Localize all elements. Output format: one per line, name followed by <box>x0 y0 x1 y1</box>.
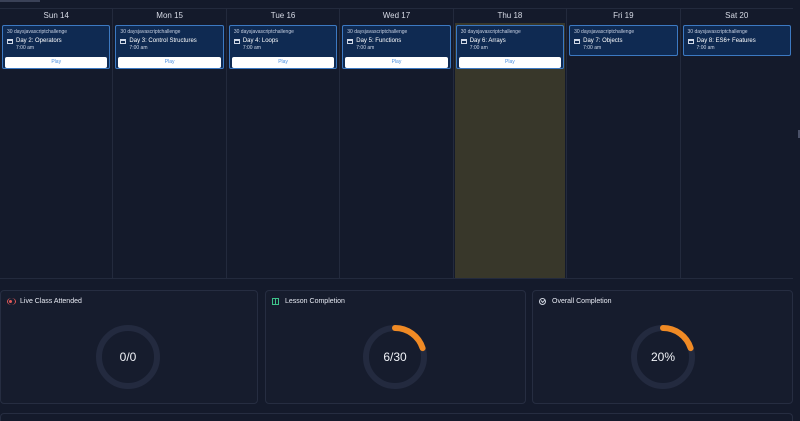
progress-donut: 6/30 <box>362 324 428 390</box>
day-slot-area[interactable] <box>681 23 793 278</box>
event-time: 7:00 am <box>356 45 375 51</box>
calendar-icon <box>347 38 354 44</box>
event-time: 7:00 am <box>696 45 715 51</box>
calendar-event[interactable]: 30 daysjavascriptchallenge Day 6: Arrays 7… <box>455 25 565 69</box>
live-class-card: Live Class Attended 0/0 <box>0 290 258 404</box>
event-title: Day 2: Operators <box>16 38 62 44</box>
event-title: Day 4: Loops <box>242 38 279 44</box>
event-hashtag: 30 daysjavascriptchallenge <box>120 29 181 35</box>
day-header: Mon 15 <box>156 11 183 20</box>
card-title: Overall Completion <box>552 298 612 305</box>
event-hashtag: 30 daysjavascriptchallenge <box>574 29 635 35</box>
event-time: 7:00 am <box>242 45 261 51</box>
book-icon <box>272 298 279 305</box>
day-column: Fri 19 30 daysjavascriptchallenge Day 7: O… <box>567 9 681 278</box>
check-circle-icon <box>539 298 546 305</box>
event-hashtag: 30 daysjavascriptchallenge <box>7 29 68 35</box>
event-time: 7:00 am <box>129 45 148 51</box>
event-hashtag: 30 daysjavascriptchallenge <box>460 29 521 35</box>
calendar-icon <box>233 38 240 44</box>
overall-completion-card: Overall Completion 20% <box>532 290 793 404</box>
calendar-event[interactable]: 30 daysjavascriptchallenge Day 4: Loops 7:… <box>228 25 338 69</box>
day-header: Sat 20 <box>725 11 749 20</box>
day-header: Tue 16 <box>270 11 296 20</box>
day-slot-area[interactable] <box>567 23 679 278</box>
event-title: Day 6: Arrays <box>469 38 506 44</box>
donut-value: 20% <box>650 350 676 364</box>
event-title: Day 5: Functions <box>356 38 402 44</box>
calendar-event[interactable]: 30 daysjavascriptchallenge Day 5: Functio… <box>342 25 451 69</box>
week-calendar: Sun 14 30 daysjavascriptchallenge Day 2: O… <box>0 8 793 279</box>
lesson-completion-card: Lesson Completion 6/30 <box>265 290 526 404</box>
top-divider <box>0 0 40 2</box>
day-header: Wed 17 <box>382 11 411 20</box>
day-column: Mon 15 30 daysjavascriptchallenge Day 3: C… <box>113 9 227 278</box>
next-section-edge <box>0 413 793 421</box>
play-button[interactable]: Play <box>118 57 221 68</box>
play-button[interactable]: Play <box>458 57 562 68</box>
day-column: Tue 16 30 daysjavascriptchallenge Day 4: L… <box>227 9 341 278</box>
calendar-icon <box>460 38 467 44</box>
calendar-icon <box>687 38 694 44</box>
play-button[interactable]: Play <box>231 57 335 68</box>
calendar-event[interactable]: 30 daysjavascriptchallenge Day 8: ES6+ Fe… <box>682 25 791 56</box>
day-column: Sat 20 30 daysjavascriptchallenge Day 8: E… <box>681 9 793 278</box>
donut-value: 0/0 <box>119 350 137 364</box>
calendar-event[interactable]: 30 daysjavascriptchallenge Day 7: Objects… <box>569 25 678 56</box>
day-column: Wed 17 30 daysjavascriptchallenge Day 5: F… <box>340 9 454 278</box>
event-hashtag: 30 daysjavascriptchallenge <box>687 29 748 35</box>
day-header: Thu 18 <box>497 11 523 20</box>
play-button[interactable]: Play <box>5 57 108 68</box>
day-column: Thu 18 30 daysjavascriptchallenge Day 6: A… <box>454 9 568 278</box>
schedule-page: Sun 14 30 daysjavascriptchallenge Day 2: O… <box>0 0 800 421</box>
event-time: 7:00 am <box>469 45 488 51</box>
event-title: Day 7: Objects <box>583 38 623 44</box>
calendar-icon <box>574 38 581 44</box>
event-time: 7:00 am <box>583 45 602 51</box>
calendar-event[interactable]: 30 daysjavascriptchallenge Day 2: Operato… <box>2 25 111 69</box>
calendar-event[interactable]: 30 daysjavascriptchallenge Day 3: Control… <box>115 25 224 69</box>
event-time: 7:00 am <box>16 45 35 51</box>
card-title: Lesson Completion <box>285 298 345 305</box>
day-header: Fri 19 <box>613 11 634 20</box>
event-title: Day 8: ES6+ Features <box>696 38 756 44</box>
progress-donut: 20% <box>630 324 696 390</box>
donut-value: 6/30 <box>383 350 407 364</box>
live-icon <box>7 298 16 305</box>
progress-donut: 0/0 <box>95 324 161 390</box>
play-button[interactable]: Play <box>345 57 448 68</box>
card-title: Live Class Attended <box>20 298 82 305</box>
calendar-icon <box>7 38 13 44</box>
event-hashtag: 30 daysjavascriptchallenge <box>233 29 294 35</box>
event-title: Day 3: Control Structures <box>129 38 197 44</box>
day-column: Sun 14 30 daysjavascriptchallenge Day 2: O… <box>0 9 114 278</box>
event-hashtag: 30 daysjavascriptchallenge <box>347 29 408 35</box>
calendar-icon <box>120 38 127 44</box>
day-header: Sun 14 <box>43 11 69 20</box>
